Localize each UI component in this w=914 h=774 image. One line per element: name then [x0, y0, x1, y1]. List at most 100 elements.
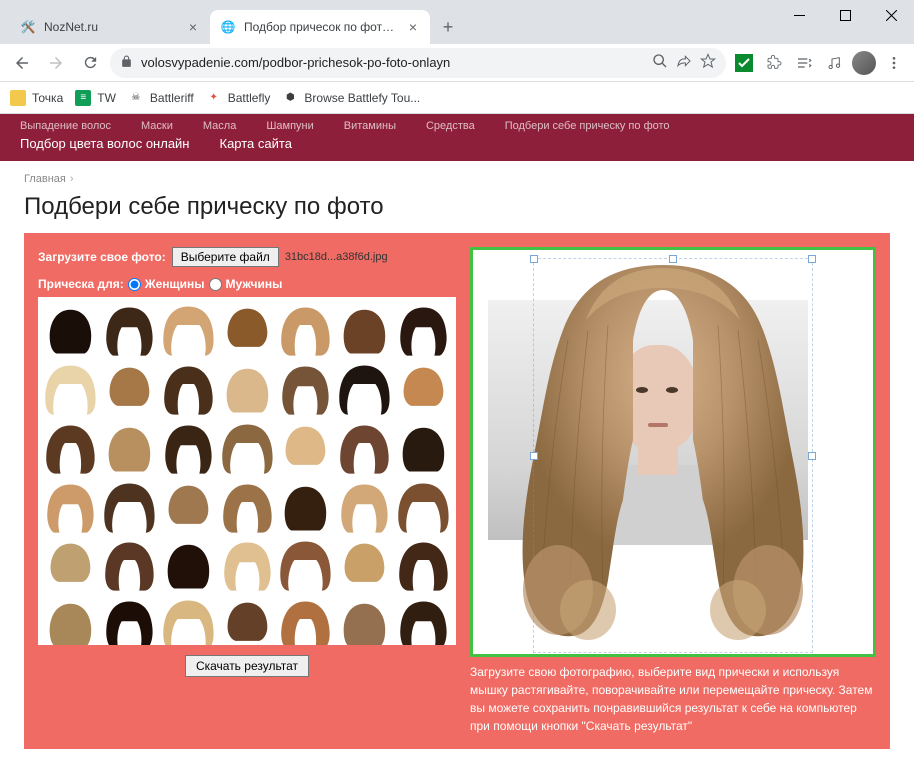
tab-active[interactable]: 🌐 Подбор причесок по фото онла ×: [210, 10, 430, 44]
hairstyle-option[interactable]: [395, 536, 452, 593]
menu-icon[interactable]: [882, 51, 906, 75]
address-bar[interactable]: volosvypadenie.com/podbor-prichesok-po-f…: [110, 48, 726, 78]
hairstyle-option[interactable]: [101, 301, 158, 358]
hairstyle-option[interactable]: [42, 536, 99, 593]
hairstyle-option[interactable]: [336, 301, 393, 358]
page-content: Выпадение волос Маски Масла Шампуни Витамины…: [0, 114, 914, 774]
hairstyle-option[interactable]: [395, 360, 452, 417]
forward-button[interactable]: [42, 49, 70, 77]
nav-item[interactable]: Маски: [141, 120, 173, 132]
preview-canvas[interactable]: [470, 247, 876, 657]
bookmark-item[interactable]: ☠Battleriff: [128, 90, 194, 106]
bookmark-item[interactable]: ✦Battlefly: [206, 90, 271, 106]
nav-item[interactable]: Выпадение волос: [20, 120, 111, 132]
bookmark-item[interactable]: ⬢Browse Battlefy Tou...: [282, 90, 420, 106]
bookmark-icon: [10, 90, 26, 106]
hairstyle-option[interactable]: [42, 301, 99, 358]
hairstyle-option[interactable]: [160, 301, 217, 358]
hairstyle-option[interactable]: [42, 360, 99, 417]
site-nav: Выпадение волос Маски Масла Шампуни Витамины…: [0, 114, 914, 161]
tab-inactive[interactable]: 🛠️ NozNet.ru ×: [10, 10, 210, 44]
hairstyle-option[interactable]: [219, 478, 276, 535]
hairstyle-option[interactable]: [336, 478, 393, 535]
share-icon[interactable]: [676, 53, 692, 72]
resize-handle[interactable]: [808, 452, 816, 460]
hairstyle-option[interactable]: [101, 595, 158, 645]
bookmark-item[interactable]: Точка: [10, 90, 63, 106]
hairstyle-option[interactable]: [395, 419, 452, 476]
nav-item[interactable]: Масла: [203, 120, 236, 132]
reading-list-icon[interactable]: [792, 51, 816, 75]
hairstyle-option[interactable]: [160, 360, 217, 417]
bookmark-item[interactable]: ≡TW: [75, 90, 116, 106]
back-button[interactable]: [8, 49, 36, 77]
download-button[interactable]: Скачать результат: [185, 655, 309, 677]
hairstyle-option[interactable]: [160, 419, 217, 476]
profile-avatar[interactable]: [852, 51, 876, 75]
nav-item[interactable]: Карта сайта: [220, 136, 292, 151]
hairstyle-option[interactable]: [101, 478, 158, 535]
hairstyle-option[interactable]: [277, 595, 334, 645]
reload-button[interactable]: [76, 49, 104, 77]
nav-item[interactable]: Витамины: [344, 120, 396, 132]
hairstyle-option[interactable]: [336, 419, 393, 476]
file-select-button[interactable]: Выберите файл: [172, 247, 279, 267]
gender-radio-men[interactable]: [209, 278, 222, 291]
hairstyle-option[interactable]: [277, 301, 334, 358]
hairstyle-option[interactable]: [42, 595, 99, 645]
hairstyle-option[interactable]: [336, 595, 393, 645]
hairstyle-option[interactable]: [395, 595, 452, 645]
extension-check-icon[interactable]: [732, 51, 756, 75]
hairstyle-option[interactable]: [160, 536, 217, 593]
hairstyle-option[interactable]: [277, 419, 334, 476]
gender-radio-women[interactable]: [128, 278, 141, 291]
close-icon[interactable]: ×: [406, 20, 420, 34]
nav-item[interactable]: Шампуни: [266, 120, 313, 132]
hairstyle-option[interactable]: [277, 478, 334, 535]
hairstyle-option[interactable]: [277, 536, 334, 593]
breadcrumb-home[interactable]: Главная: [24, 173, 66, 185]
hairstyle-option[interactable]: [395, 478, 452, 535]
extensions-icon[interactable]: [762, 51, 786, 75]
hairstyle-option[interactable]: [101, 536, 158, 593]
hairstyle-app: Загрузите свое фото: Выберите файл 31bc1…: [24, 233, 890, 749]
hairstyle-option[interactable]: [336, 536, 393, 593]
resize-handle[interactable]: [808, 255, 816, 263]
gender-men-label: Мужчины: [226, 277, 283, 291]
star-icon[interactable]: [700, 53, 716, 72]
hairstyle-option[interactable]: [42, 478, 99, 535]
hairstyle-option[interactable]: [42, 419, 99, 476]
nav-item[interactable]: Средства: [426, 120, 475, 132]
hairstyle-option[interactable]: [219, 595, 276, 645]
nav-item[interactable]: Подбор цвета волос онлайн: [20, 136, 190, 151]
selection-box[interactable]: [533, 258, 813, 653]
window-minimize-button[interactable]: [776, 0, 822, 30]
hairstyle-option[interactable]: [219, 536, 276, 593]
new-tab-button[interactable]: +: [434, 13, 462, 41]
hairstyle-option[interactable]: [277, 360, 334, 417]
window-close-button[interactable]: [868, 0, 914, 30]
nav-item[interactable]: Подбери себе прическу по фото: [505, 120, 670, 132]
hairstyle-option[interactable]: [219, 419, 276, 476]
hairstyle-grid[interactable]: [38, 297, 456, 645]
hairstyle-option[interactable]: [336, 360, 393, 417]
hairstyle-option[interactable]: [101, 360, 158, 417]
hairstyle-option[interactable]: [219, 301, 276, 358]
resize-handle[interactable]: [669, 255, 677, 263]
bookmark-icon: ✦: [206, 90, 222, 106]
hairstyle-option[interactable]: [395, 301, 452, 358]
resize-handle[interactable]: [530, 452, 538, 460]
search-icon[interactable]: [652, 53, 668, 72]
browser-toolbar: volosvypadenie.com/podbor-prichesok-po-f…: [0, 44, 914, 82]
music-icon[interactable]: [822, 51, 846, 75]
tab-label: NozNet.ru: [44, 20, 178, 34]
resize-handle[interactable]: [530, 255, 538, 263]
hairstyle-option[interactable]: [219, 360, 276, 417]
hairstyle-option[interactable]: [160, 478, 217, 535]
hairstyle-option[interactable]: [160, 595, 217, 645]
url-text: volosvypadenie.com/podbor-prichesok-po-f…: [141, 55, 450, 70]
upload-label: Загрузите свое фото:: [38, 250, 166, 264]
window-maximize-button[interactable]: [822, 0, 868, 30]
close-icon[interactable]: ×: [186, 20, 200, 34]
hairstyle-option[interactable]: [101, 419, 158, 476]
